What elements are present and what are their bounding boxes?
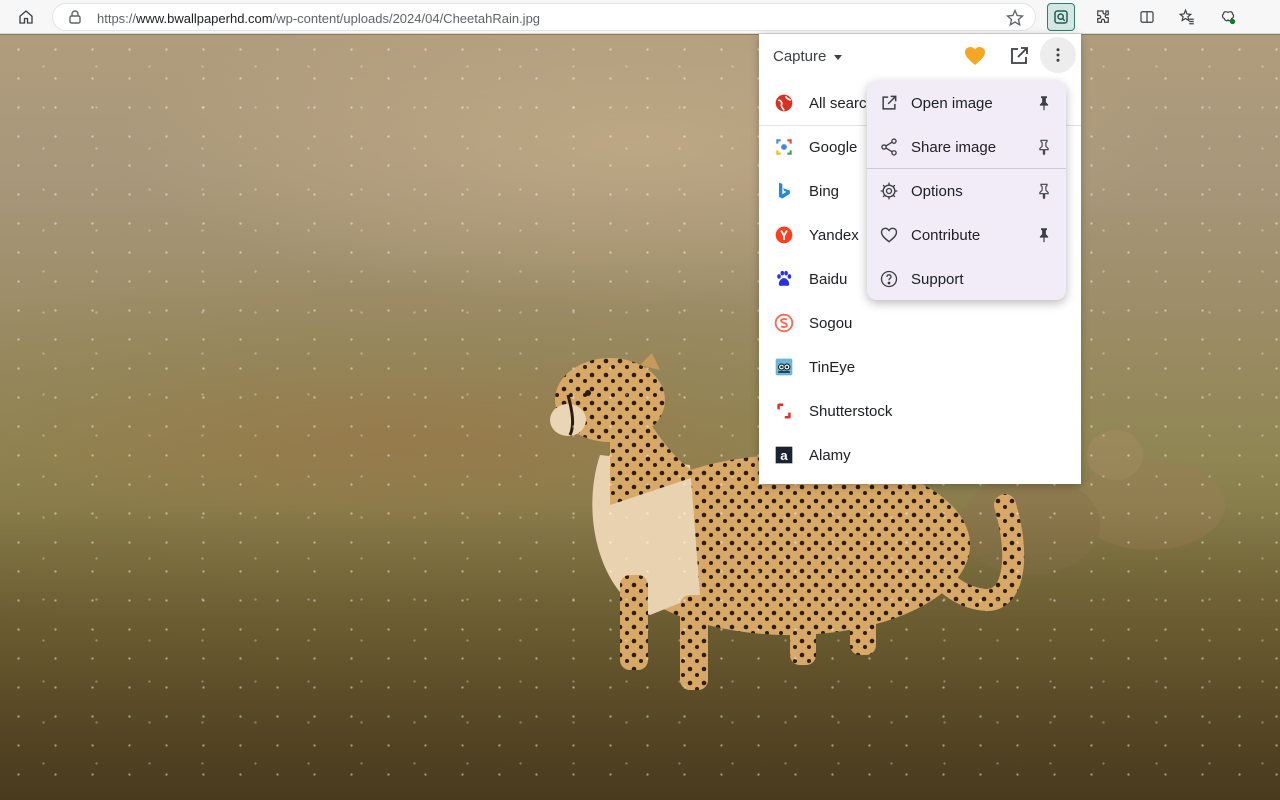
copilot-button[interactable]	[1214, 3, 1242, 31]
engine-item-alamy[interactable]: a Alamy	[759, 433, 1081, 477]
share-icon	[881, 138, 897, 156]
bing-icon	[779, 182, 790, 199]
google-icon	[776, 139, 792, 155]
baidu-icon	[777, 270, 792, 286]
engine-label: TinEye	[809, 358, 856, 376]
extensions-button[interactable]	[1089, 3, 1117, 31]
engine-item-tineye[interactable]: TinEye	[759, 345, 1081, 389]
more-options-button[interactable]	[1040, 37, 1076, 73]
pin-outline-icon[interactable]	[1035, 138, 1053, 156]
engine-label: Baidu	[809, 270, 848, 288]
split-screen-button[interactable]	[1133, 3, 1161, 31]
puzzle-icon	[1097, 10, 1109, 23]
menu-label: Options	[911, 182, 963, 200]
favorites-button[interactable]	[1173, 3, 1201, 31]
alamy-icon: a	[775, 446, 793, 464]
browser-toolbar: https://www.bwallpaperhd.com/wp-content/…	[0, 0, 1280, 34]
menu-label: Open image	[911, 94, 993, 112]
tineye-icon	[775, 358, 793, 376]
capture-dropdown[interactable]: Capture	[773, 46, 843, 66]
favorites-star-list-icon	[1178, 8, 1194, 25]
url-scheme: https://	[97, 11, 137, 26]
url-path: /wp-content/uploads/2024/04/CheetahRain.…	[272, 11, 541, 26]
engine-label: Yandex	[809, 226, 859, 244]
pin-outline-icon[interactable]	[1035, 182, 1053, 200]
shutterstock-icon	[777, 403, 791, 419]
engine-label: Sogou	[809, 314, 853, 332]
pin-filled-icon[interactable]	[1035, 94, 1053, 112]
svg-text:a: a	[780, 448, 788, 463]
menu-label: Contribute	[911, 226, 981, 244]
home-icon	[19, 10, 33, 24]
rain-overlay	[0, 35, 1280, 800]
engine-label: Bing	[809, 182, 840, 200]
menu-item-support[interactable]: Support	[867, 257, 1066, 300]
heart-icon[interactable]	[963, 44, 987, 68]
favorite-star-icon[interactable]	[1005, 8, 1025, 28]
menu-item-options[interactable]: Options	[867, 169, 1066, 213]
help-circle-icon	[880, 270, 898, 288]
caret-down-icon	[834, 54, 843, 60]
menu-label: Share image	[911, 138, 997, 156]
engine-label: All searc	[809, 94, 867, 112]
open-new-tab-icon[interactable]	[1007, 44, 1031, 68]
more-vertical-icon	[1056, 48, 1060, 62]
globe-icon	[775, 94, 793, 112]
engine-item-sogou[interactable]: Sogou	[759, 301, 1081, 345]
lock-icon[interactable]	[67, 9, 83, 25]
image-search-extension-icon	[1054, 10, 1068, 24]
menu-item-contribute[interactable]: Contribute	[867, 213, 1066, 257]
yandex-icon	[775, 226, 793, 244]
engine-item-shutterstock[interactable]: Shutterstock	[759, 389, 1081, 433]
open-external-icon	[882, 95, 897, 110]
menu-label: Support	[911, 270, 964, 288]
heart-outline-icon	[880, 227, 898, 243]
engine-label: Google	[809, 138, 858, 156]
home-button[interactable]	[12, 3, 40, 31]
pin-filled-icon[interactable]	[1035, 226, 1053, 244]
menu-item-open-image[interactable]: Open image	[867, 81, 1066, 125]
engine-label: Alamy	[809, 446, 851, 464]
split-screen-icon	[1140, 11, 1154, 23]
copilot-icon	[1221, 11, 1236, 25]
engine-label: Shutterstock	[809, 402, 893, 420]
url-text[interactable]: https://www.bwallpaperhd.com/wp-content/…	[97, 11, 540, 26]
sogou-icon	[774, 313, 794, 333]
more-options-menu: Open image Share image Options Contribut…	[867, 81, 1066, 300]
wallpaper-image	[0, 35, 1280, 800]
gear-icon	[880, 182, 898, 200]
menu-item-share-image[interactable]: Share image	[867, 125, 1066, 169]
image-search-extension-button[interactable]	[1047, 3, 1075, 31]
capture-label: Capture	[773, 47, 827, 65]
address-bar[interactable]: https://www.bwallpaperhd.com/wp-content/…	[52, 3, 1036, 31]
url-host: www.bwallpaperhd.com	[136, 11, 273, 26]
